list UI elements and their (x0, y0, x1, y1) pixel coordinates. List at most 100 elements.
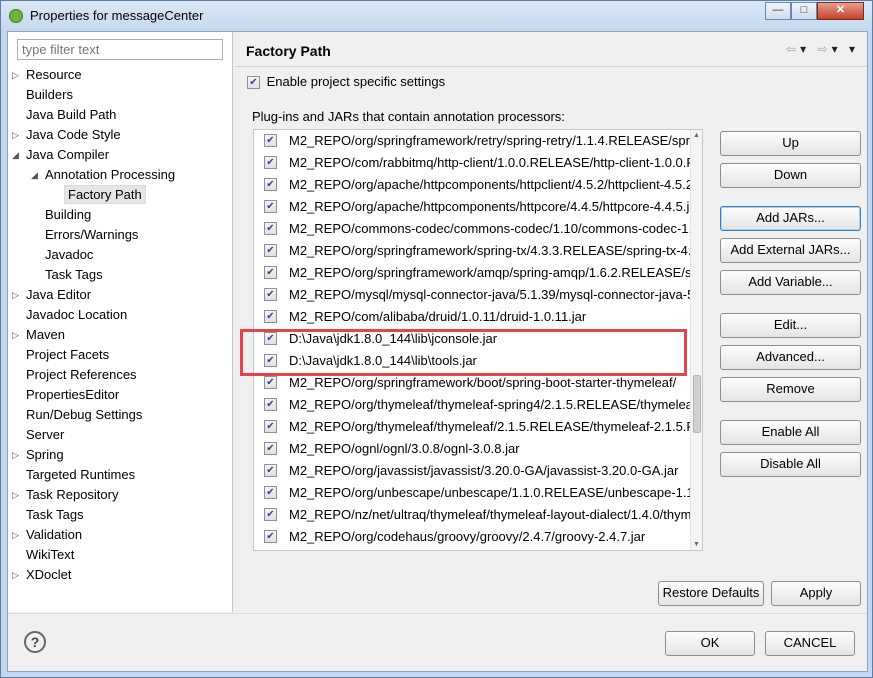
tree-item[interactable]: ▷ Spring (12, 445, 64, 465)
enable-all-button[interactable]: Enable All (720, 420, 861, 445)
scroll-thumb[interactable] (693, 375, 701, 433)
checkbox-checked-icon[interactable]: ✔ (264, 530, 277, 543)
advanced-button[interactable]: Advanced... (720, 345, 861, 370)
jar-row[interactable]: ✔ M2_REPO/org/apache/httpcomponents/httpc… (254, 174, 691, 196)
tree-item[interactable]: Task Tags (45, 265, 103, 285)
jar-row[interactable]: ✔ M2_REPO/org/codehaus/groovy/groovy/2.4.… (254, 526, 691, 548)
checkbox-checked-icon[interactable]: ✔ (264, 354, 277, 367)
jar-row[interactable]: ✔ M2_REPO/org/thymeleaf/thymeleaf/2.1.5.R… (254, 416, 691, 438)
tree-item[interactable]: Project References (26, 365, 137, 385)
checkbox-checked-icon[interactable]: ✔ (264, 310, 277, 323)
tree-item[interactable]: ▷ XDoclet (12, 565, 72, 585)
tree-expand-icon[interactable]: ▷ (12, 325, 19, 345)
help-icon[interactable]: ? (24, 631, 46, 653)
jar-list[interactable]: ✔ M2_REPO/org/codehaus/groovy/groovy/2.4.… (253, 129, 703, 551)
forward-arrow-icon[interactable]: ⇨ (818, 42, 832, 56)
checkbox-checked-icon[interactable]: ✔ (264, 376, 277, 389)
checkbox-checked-icon[interactable]: ✔ (247, 76, 260, 90)
checkbox-checked-icon[interactable]: ✔ (264, 178, 277, 191)
checkbox-checked-icon[interactable]: ✔ (264, 486, 277, 499)
title-bar[interactable]: Properties for messageCenter — □ ✕ (1, 1, 872, 31)
tree-collapse-icon[interactable]: ◢ (12, 145, 19, 165)
tree-item[interactable]: ▷ Java Code Style (12, 125, 121, 145)
down-button[interactable]: Down (720, 163, 861, 188)
tree-item[interactable]: ▷ Maven (12, 325, 65, 345)
jar-row[interactable]: ✔ M2_REPO/mysql/mysql-connector-java/5.1.… (254, 284, 691, 306)
jar-row[interactable]: ✔ M2_REPO/nz/net/ultraq/thymeleaf/thymele… (254, 504, 691, 526)
up-button[interactable]: Up (720, 131, 861, 156)
tree-item[interactable]: Project Facets (26, 345, 109, 365)
tree-item[interactable]: WikiText (26, 545, 74, 565)
checkbox-checked-icon[interactable]: ✔ (264, 332, 277, 345)
jar-row[interactable]: ✔ M2_REPO/ognl/ognl/3.0.8/ognl-3.0.8.jar (254, 438, 691, 460)
checkbox-checked-icon[interactable]: ✔ (264, 266, 277, 279)
tree-item[interactable]: Run/Debug Settings (26, 405, 142, 425)
tree-item[interactable]: ◢ Java Compiler (12, 145, 109, 165)
jar-row[interactable]: ✔ M2_REPO/com/alibaba/druid/1.0.11/druid-… (254, 306, 691, 328)
tree-item[interactable]: Javadoc (45, 245, 93, 265)
tree-expand-icon[interactable]: ▷ (12, 65, 19, 85)
maximize-button[interactable]: □ (791, 2, 817, 20)
minimize-button[interactable]: — (765, 2, 791, 20)
apply-button[interactable]: Apply (771, 581, 861, 606)
edit-button[interactable]: Edit... (720, 313, 861, 338)
tree-item[interactable]: Java Build Path (26, 105, 116, 125)
view-menu-icon[interactable]: ▾ (849, 42, 859, 56)
checkbox-checked-icon[interactable]: ✔ (264, 134, 277, 147)
tree-item[interactable]: Building (45, 205, 91, 225)
tree-item[interactable]: Errors/Warnings (45, 225, 138, 245)
tree-item[interactable]: Javadoc Location (26, 305, 127, 325)
checkbox-checked-icon[interactable]: ✔ (264, 222, 277, 235)
remove-button[interactable]: Remove (720, 377, 861, 402)
tree-expand-icon[interactable]: ▷ (12, 525, 19, 545)
jar-row[interactable]: ✔ D:\Java\jdk1.8.0_144\lib\jconsole.jar (254, 328, 691, 350)
add-variable-button[interactable]: Add Variable... (720, 270, 861, 295)
tree-expand-icon[interactable]: ▷ (12, 485, 19, 505)
tree-expand-icon[interactable]: ▷ (12, 565, 19, 585)
enable-project-settings[interactable]: ✔ Enable project specific settings (247, 74, 445, 90)
tree-collapse-icon[interactable]: ◢ (31, 165, 38, 185)
back-menu-icon[interactable]: ▾ (800, 42, 810, 56)
cancel-button[interactable]: CANCEL (765, 631, 855, 656)
jar-row[interactable]: ✔ D:\Java\jdk1.8.0_144\lib\tools.jar (254, 350, 691, 372)
back-arrow-icon[interactable]: ⇦ (786, 42, 800, 56)
checkbox-checked-icon[interactable]: ✔ (264, 288, 277, 301)
checkbox-checked-icon[interactable]: ✔ (264, 420, 277, 433)
tree-item[interactable]: PropertiesEditor (26, 385, 119, 405)
tree-item[interactable]: ◢ Annotation Processing (31, 165, 175, 185)
jar-row[interactable]: ✔ M2_REPO/org/springframework/amqp/spring… (254, 262, 691, 284)
jar-row[interactable]: ✔ M2_REPO/commons-codec/commons-codec/1.1… (254, 218, 691, 240)
tree-expand-icon[interactable]: ▷ (12, 445, 19, 465)
ok-button[interactable]: OK (665, 631, 755, 656)
jar-row[interactable]: ✔ M2_REPO/org/thymeleaf/thymeleaf-spring4… (254, 394, 691, 416)
jar-row[interactable]: ✔ M2_REPO/org/springframework/spring-tx/4… (254, 240, 691, 262)
tree-expand-icon[interactable]: ▷ (12, 285, 19, 305)
tree-item[interactable]: Server (26, 425, 64, 445)
jar-row[interactable]: ✔ M2_REPO/com/rabbitmq/http-client/1.0.0.… (254, 152, 691, 174)
checkbox-checked-icon[interactable]: ✔ (264, 200, 277, 213)
scroll-up-icon[interactable]: ▲ (693, 132, 700, 139)
add-external-jars-button[interactable]: Add External JARs... (720, 238, 861, 263)
checkbox-checked-icon[interactable]: ✔ (264, 464, 277, 477)
tree-item[interactable]: ▷ Resource (12, 65, 82, 85)
jar-row[interactable]: ✔ M2_REPO/org/unbescape/unbescape/1.1.0.R… (254, 482, 691, 504)
disable-all-button[interactable]: Disable All (720, 452, 861, 477)
tree-item[interactable]: ▷ Task Repository (12, 485, 118, 505)
jar-row[interactable]: ✔ M2_REPO/org/javassist/javassist/3.20.0-… (254, 460, 691, 482)
add-jars-button[interactable]: Add JARs... (720, 206, 861, 231)
scroll-down-icon[interactable]: ▼ (693, 541, 700, 548)
checkbox-checked-icon[interactable]: ✔ (264, 244, 277, 257)
filter-input[interactable] (17, 39, 223, 60)
tree-item[interactable]: Builders (26, 85, 73, 105)
tree-item[interactable]: Factory Path (64, 185, 146, 205)
tree-item[interactable]: ▷ Validation (12, 525, 82, 545)
list-scrollbar[interactable]: ▲ ▼ (690, 130, 702, 550)
jar-row[interactable]: ✔ M2_REPO/org/springframework/retry/sprin… (254, 130, 691, 152)
checkbox-checked-icon[interactable]: ✔ (264, 156, 277, 169)
checkbox-checked-icon[interactable]: ✔ (264, 508, 277, 521)
tree-expand-icon[interactable]: ▷ (12, 125, 19, 145)
tree-item[interactable]: Task Tags (26, 505, 84, 525)
restore-defaults-button[interactable]: Restore Defaults (658, 581, 764, 606)
close-button[interactable]: ✕ (817, 2, 864, 20)
checkbox-checked-icon[interactable]: ✔ (264, 442, 277, 455)
